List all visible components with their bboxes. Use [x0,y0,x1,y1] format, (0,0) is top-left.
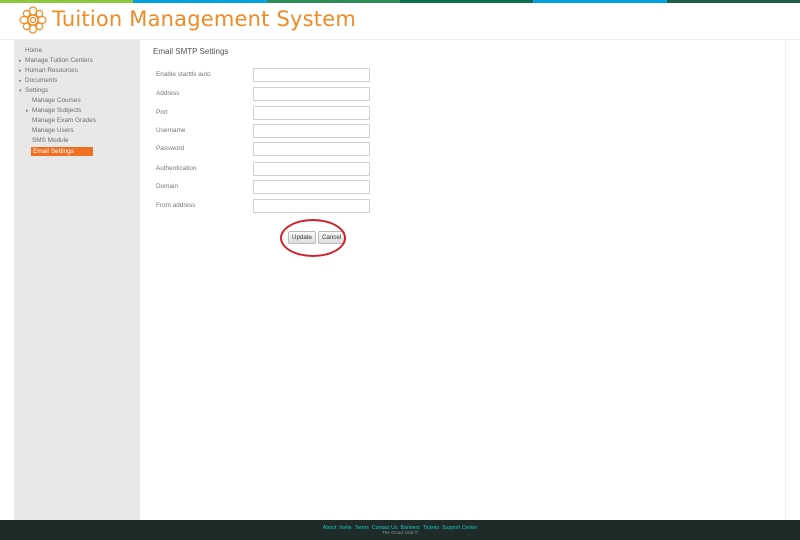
right-margin [785,40,800,520]
sidebar-item-manage-subjects[interactable]: ▸ Manage Subjects [14,106,140,116]
sidebar-item-home[interactable]: Home [14,46,140,56]
sidebar-item-documents[interactable]: ▸ Documents [14,76,140,86]
sidebar-item-label: Human Resources [25,67,78,74]
footer-link-invite[interactable]: Invite [339,525,351,531]
password-label: Password [156,145,185,152]
flower-emblem-logo-icon[interactable] [18,5,48,35]
address-label: Address [156,90,180,97]
sidebar-item-label: Manage Subjects [32,107,82,114]
sidebar-item-label: Manage Tuition Centers [25,57,93,64]
sidebar-item-manage-exam-grades[interactable]: Manage Exam Grades [14,116,140,126]
port-input[interactable] [253,106,370,120]
page: Tuition Management System Home ▸ Manage Tu… [0,0,800,540]
sidebar-item-label: SMS Module [32,137,69,144]
authentication-label: Authentication [156,165,197,172]
sidebar-item-label: Email Settings [33,148,74,155]
form-row-authentication: Authentication [156,162,376,178]
form-row-address: Address [156,87,376,103]
app-header: Tuition Management System [0,3,800,40]
from-address-label: From address [156,202,196,209]
sidebar-item-label: Manage Exam Grades [32,117,96,124]
form-row-domain: Domain [156,180,376,196]
sidebar-item-manage-users[interactable]: Manage Users [14,126,140,136]
port-label: Port [156,109,168,116]
footer-link-about[interactable]: About [323,525,337,531]
form-row-enable-starttls-auto: Enable starttls auto [156,68,376,84]
form-row-username: Username [156,124,376,140]
sidebar-item-settings[interactable]: ▾ Settings [14,86,140,96]
form-row-port: Port [156,106,376,122]
footer-link-support-center[interactable]: Support Center [442,525,477,531]
sidebar-item-manage-tuition-centers[interactable]: ▸ Manage Tuition Centers [14,56,140,66]
footer-copyright: The Good Grid © [381,531,419,536]
username-label: Username [156,127,186,134]
sidebar-item-sms-module[interactable]: SMS Module [14,136,140,146]
footer: About Invite Terms Contact Us Banners Tickets… [0,520,800,540]
sidebar-item-label: Settings [25,87,49,94]
from-address-input[interactable] [253,199,370,213]
footer-links: About Invite Terms Contact Us Banners Tickets… [0,520,800,531]
sidebar-nav: Home ▸ Manage Tuition Centers ▸ Human Resour… [14,40,140,156]
form-actions: Update Cancel [288,231,346,245]
sidebar: Home ▸ Manage Tuition Centers ▸ Human Resour… [14,40,140,520]
enable-starttls-auto-label: Enable starttls auto [156,71,211,78]
domain-input[interactable] [253,180,370,194]
footer-link-tickets[interactable]: Tickets [423,525,439,531]
username-input[interactable] [253,124,370,138]
sidebar-item-manage-courses[interactable]: Manage Courses [14,96,140,106]
update-button[interactable]: Update [288,231,316,244]
page-title: Email SMTP Settings [153,47,229,56]
sidebar-item-label: Home [25,47,43,54]
password-input[interactable] [253,142,370,156]
address-input[interactable] [253,87,370,101]
form-row-password: Password [156,142,376,158]
app-title: Tuition Management System [52,7,357,31]
domain-label: Domain [156,183,179,190]
form-row-from-address: From address [156,199,376,215]
sidebar-item-label: Manage Courses [32,97,81,104]
main-content: Email SMTP Settings Enable starttls auto… [140,40,785,520]
authentication-input[interactable] [253,162,370,176]
cancel-button[interactable]: Cancel [317,231,346,244]
sidebar-item-label: Documents [25,77,58,84]
footer-link-terms[interactable]: Terms [355,525,369,531]
enable-starttls-auto-input[interactable] [253,68,370,82]
sidebar-item-label: Manage Users [32,127,74,134]
sidebar-item-human-resources[interactable]: ▸ Human Resources [14,66,140,76]
sidebar-item-email-settings[interactable]: Email Settings [31,147,93,156]
